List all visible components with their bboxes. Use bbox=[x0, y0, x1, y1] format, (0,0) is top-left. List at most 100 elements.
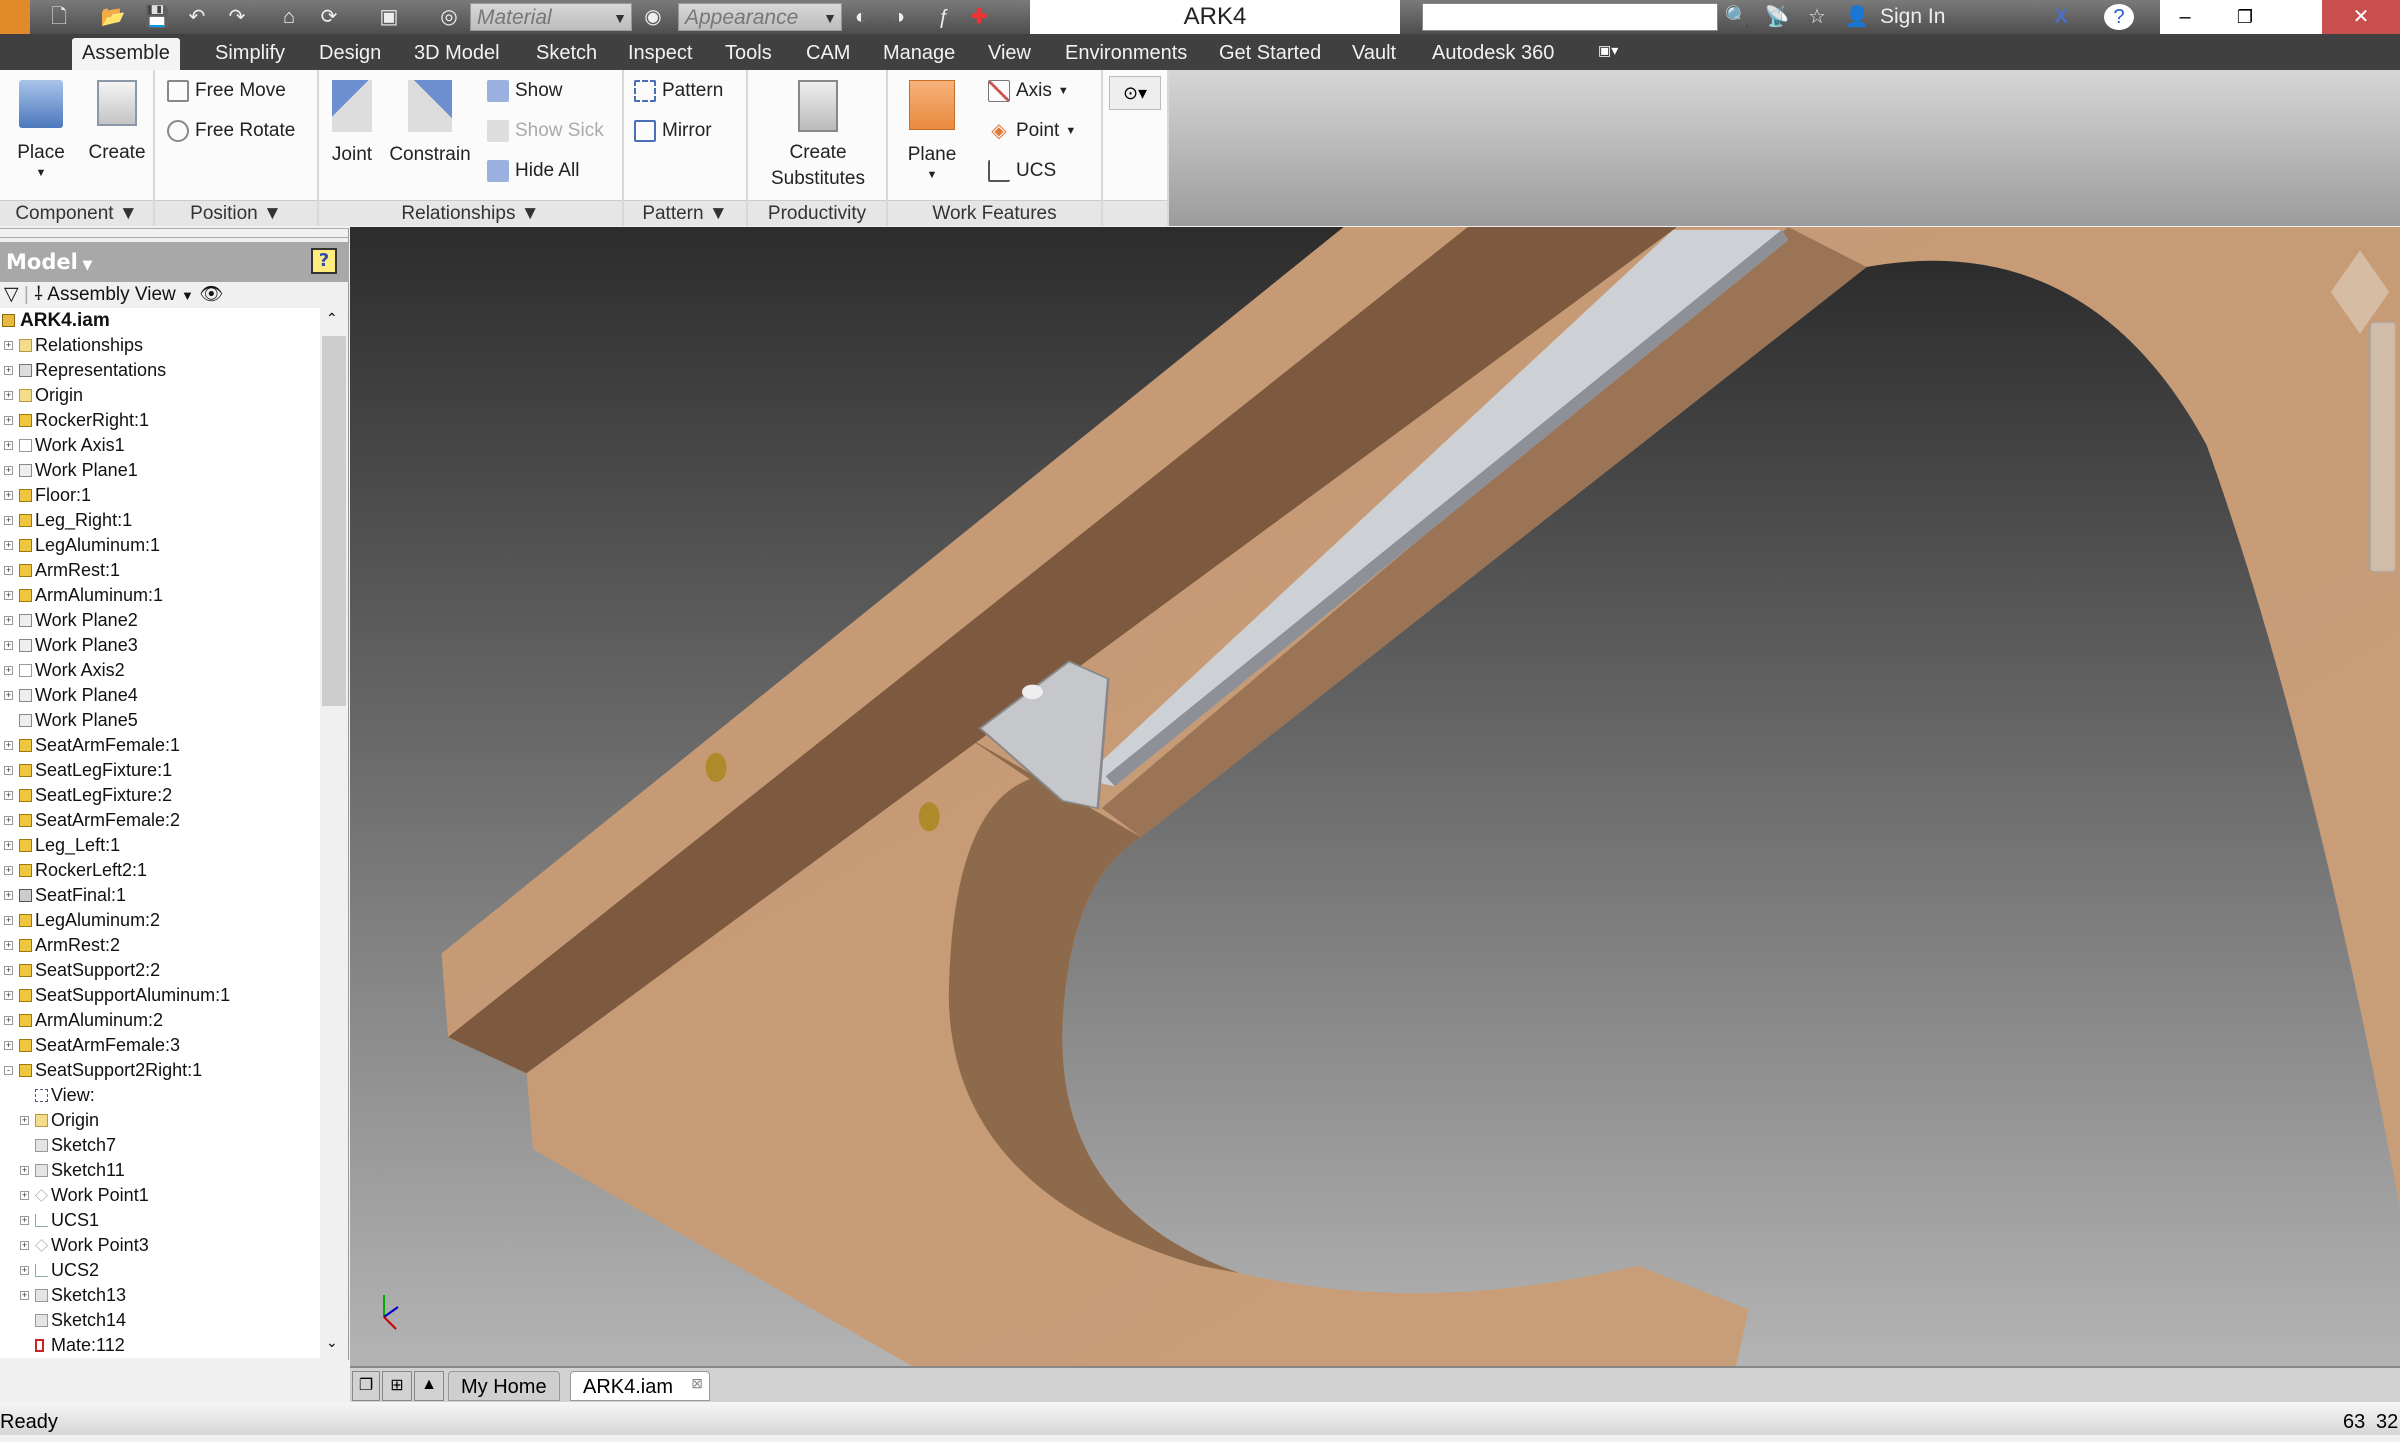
free-rotate-button[interactable]: Free Rotate bbox=[167, 120, 295, 142]
panel-label-relationships[interactable]: Relationships ▼ bbox=[319, 200, 622, 226]
expand-icon[interactable]: + bbox=[4, 766, 13, 775]
tab-tools[interactable]: Tools bbox=[715, 38, 782, 70]
filter-icon[interactable]: ▽ bbox=[4, 284, 19, 305]
adjust-appearance-icon[interactable]: ◐ bbox=[848, 4, 874, 30]
place-button[interactable]: Place ▼ bbox=[10, 80, 72, 180]
hide-all-button[interactable]: Hide All bbox=[487, 160, 579, 182]
tab-inspect[interactable]: Inspect bbox=[618, 38, 702, 70]
scroll-up-icon[interactable]: ⌃ bbox=[326, 310, 338, 327]
close-tab-icon[interactable]: ⊠ bbox=[691, 1368, 703, 1398]
navigation-bar[interactable] bbox=[2370, 322, 2396, 572]
pattern-button[interactable]: Pattern bbox=[634, 80, 723, 102]
tab-cam[interactable]: CAM bbox=[796, 38, 860, 70]
expand-icon[interactable]: + bbox=[4, 1016, 13, 1025]
expand-icon[interactable]: + bbox=[4, 591, 13, 600]
panel-label-position[interactable]: Position ▼ bbox=[155, 200, 317, 226]
create-button[interactable]: Create bbox=[84, 80, 150, 166]
expand-icon[interactable]: + bbox=[4, 341, 13, 350]
model-graphics[interactable] bbox=[350, 227, 2400, 1366]
expand-icon[interactable]: + bbox=[4, 441, 13, 450]
tab-manage[interactable]: Manage bbox=[873, 38, 965, 70]
save-icon[interactable]: 💾 bbox=[144, 4, 170, 30]
chevron-down-icon[interactable]: ▼ bbox=[181, 288, 194, 303]
redo-icon[interactable]: ↷ bbox=[224, 4, 250, 30]
home-icon[interactable]: ⌂ bbox=[276, 4, 302, 30]
ribbon-minimize-icon[interactable]: ▣▾ bbox=[1598, 42, 1624, 60]
expand-icon[interactable]: + bbox=[4, 566, 13, 575]
tab-simplify[interactable]: Simplify bbox=[205, 38, 295, 70]
app-logo-icon[interactable] bbox=[0, 0, 30, 34]
joint-button[interactable]: Joint bbox=[327, 80, 377, 168]
tab-vault[interactable]: Vault bbox=[1342, 38, 1406, 70]
mirror-button[interactable]: Mirror bbox=[634, 120, 712, 142]
tile-windows-icon[interactable]: ⊞ bbox=[382, 1371, 412, 1401]
panel-label-pattern[interactable]: Pattern ▼ bbox=[624, 200, 746, 226]
point-button[interactable]: ◈ Point ▼ bbox=[988, 120, 1076, 142]
color-wheel-icon[interactable]: ◎ bbox=[436, 4, 462, 30]
expand-icon[interactable]: + bbox=[4, 391, 13, 400]
find-icon[interactable]: 👁 bbox=[199, 284, 223, 305]
expand-icon[interactable]: + bbox=[20, 1216, 29, 1225]
browser-grip[interactable] bbox=[0, 228, 349, 238]
tab-sketch[interactable]: Sketch bbox=[526, 38, 607, 70]
expand-icon[interactable]: + bbox=[4, 516, 13, 525]
expand-icon[interactable]: + bbox=[20, 1241, 29, 1250]
expand-icon[interactable]: + bbox=[4, 841, 13, 850]
scroll-down-icon[interactable]: ⌄ bbox=[326, 1334, 338, 1351]
expand-icon[interactable]: + bbox=[4, 966, 13, 975]
expand-icon[interactable]: + bbox=[20, 1116, 29, 1125]
tab-environments[interactable]: Environments bbox=[1055, 38, 1197, 70]
expand-icon[interactable]: + bbox=[4, 916, 13, 925]
expand-icon[interactable]: + bbox=[4, 941, 13, 950]
browser-title[interactable]: Model bbox=[6, 250, 78, 274]
sign-in-button[interactable]: Sign In bbox=[1880, 4, 1960, 30]
measure-icon[interactable]: ✚ bbox=[966, 4, 992, 30]
cascade-windows-icon[interactable]: ❐ bbox=[352, 1371, 380, 1401]
free-move-button[interactable]: Free Move bbox=[167, 80, 286, 102]
show-sick-button[interactable]: Show Sick bbox=[487, 120, 604, 142]
show-button[interactable]: Show bbox=[487, 80, 563, 102]
expand-icon[interactable]: + bbox=[4, 741, 13, 750]
new-icon[interactable]: 🗋 bbox=[46, 4, 72, 30]
3d-viewport[interactable] bbox=[350, 227, 2400, 1366]
expand-icon[interactable]: + bbox=[4, 791, 13, 800]
appearance-dropdown[interactable]: Appearance ▼ bbox=[678, 3, 842, 31]
undo-icon[interactable]: ↶ bbox=[184, 4, 210, 30]
expand-icon[interactable]: + bbox=[4, 366, 13, 375]
parameters-icon[interactable]: ƒ bbox=[930, 4, 956, 30]
restore-button[interactable]: ❐ bbox=[2220, 0, 2270, 34]
expand-icon[interactable]: + bbox=[4, 816, 13, 825]
update-icon[interactable]: ⟳ bbox=[316, 4, 342, 30]
scroll-thumb[interactable] bbox=[322, 336, 346, 706]
star-icon[interactable]: ☆ bbox=[1804, 4, 1830, 30]
collapse-icon[interactable]: - bbox=[4, 1066, 13, 1075]
tree-scrollbar[interactable]: ⌃ ⌄ bbox=[320, 308, 348, 1358]
plane-button[interactable]: Plane ▼ bbox=[902, 80, 962, 182]
expand-icon[interactable]: + bbox=[4, 491, 13, 500]
material-dropdown[interactable]: Material ▼ bbox=[470, 3, 632, 31]
search-icon[interactable]: 🔍 bbox=[1724, 4, 1750, 30]
tab-autodesk-360[interactable]: Autodesk 360 bbox=[1422, 38, 1564, 70]
expand-icon[interactable]: + bbox=[4, 541, 13, 550]
expand-icon[interactable]: + bbox=[4, 891, 13, 900]
constrain-button[interactable]: Constrain bbox=[385, 80, 475, 168]
tab-3d-model[interactable]: 3D Model bbox=[404, 38, 510, 70]
expand-icon[interactable]: + bbox=[4, 991, 13, 1000]
expand-icon[interactable]: + bbox=[4, 1041, 13, 1050]
expand-icon[interactable]: + bbox=[4, 641, 13, 650]
tab-design[interactable]: Design bbox=[309, 38, 391, 70]
exchange-icon[interactable]: X bbox=[2048, 4, 2074, 30]
expand-icon[interactable]: + bbox=[4, 866, 13, 875]
expand-icon[interactable]: + bbox=[4, 466, 13, 475]
open-documents-icon[interactable]: ▲ bbox=[414, 1371, 444, 1401]
select-icon[interactable]: ▣ bbox=[376, 4, 402, 30]
help-icon[interactable]: ? bbox=[2104, 4, 2134, 30]
create-substitutes-button[interactable]: Create Substitutes bbox=[756, 80, 880, 192]
tab-ark4-iam[interactable]: ARK4.iam ⊠ bbox=[570, 1368, 711, 1401]
select-priority-dropdown[interactable]: ⊙▾ bbox=[1109, 76, 1161, 110]
communication-icon[interactable]: 📡 bbox=[1764, 4, 1790, 30]
minimize-button[interactable]: – bbox=[2160, 0, 2210, 34]
search-input[interactable] bbox=[1422, 3, 1718, 31]
open-icon[interactable]: 📂 bbox=[100, 4, 126, 30]
expand-icon[interactable]: + bbox=[20, 1166, 29, 1175]
